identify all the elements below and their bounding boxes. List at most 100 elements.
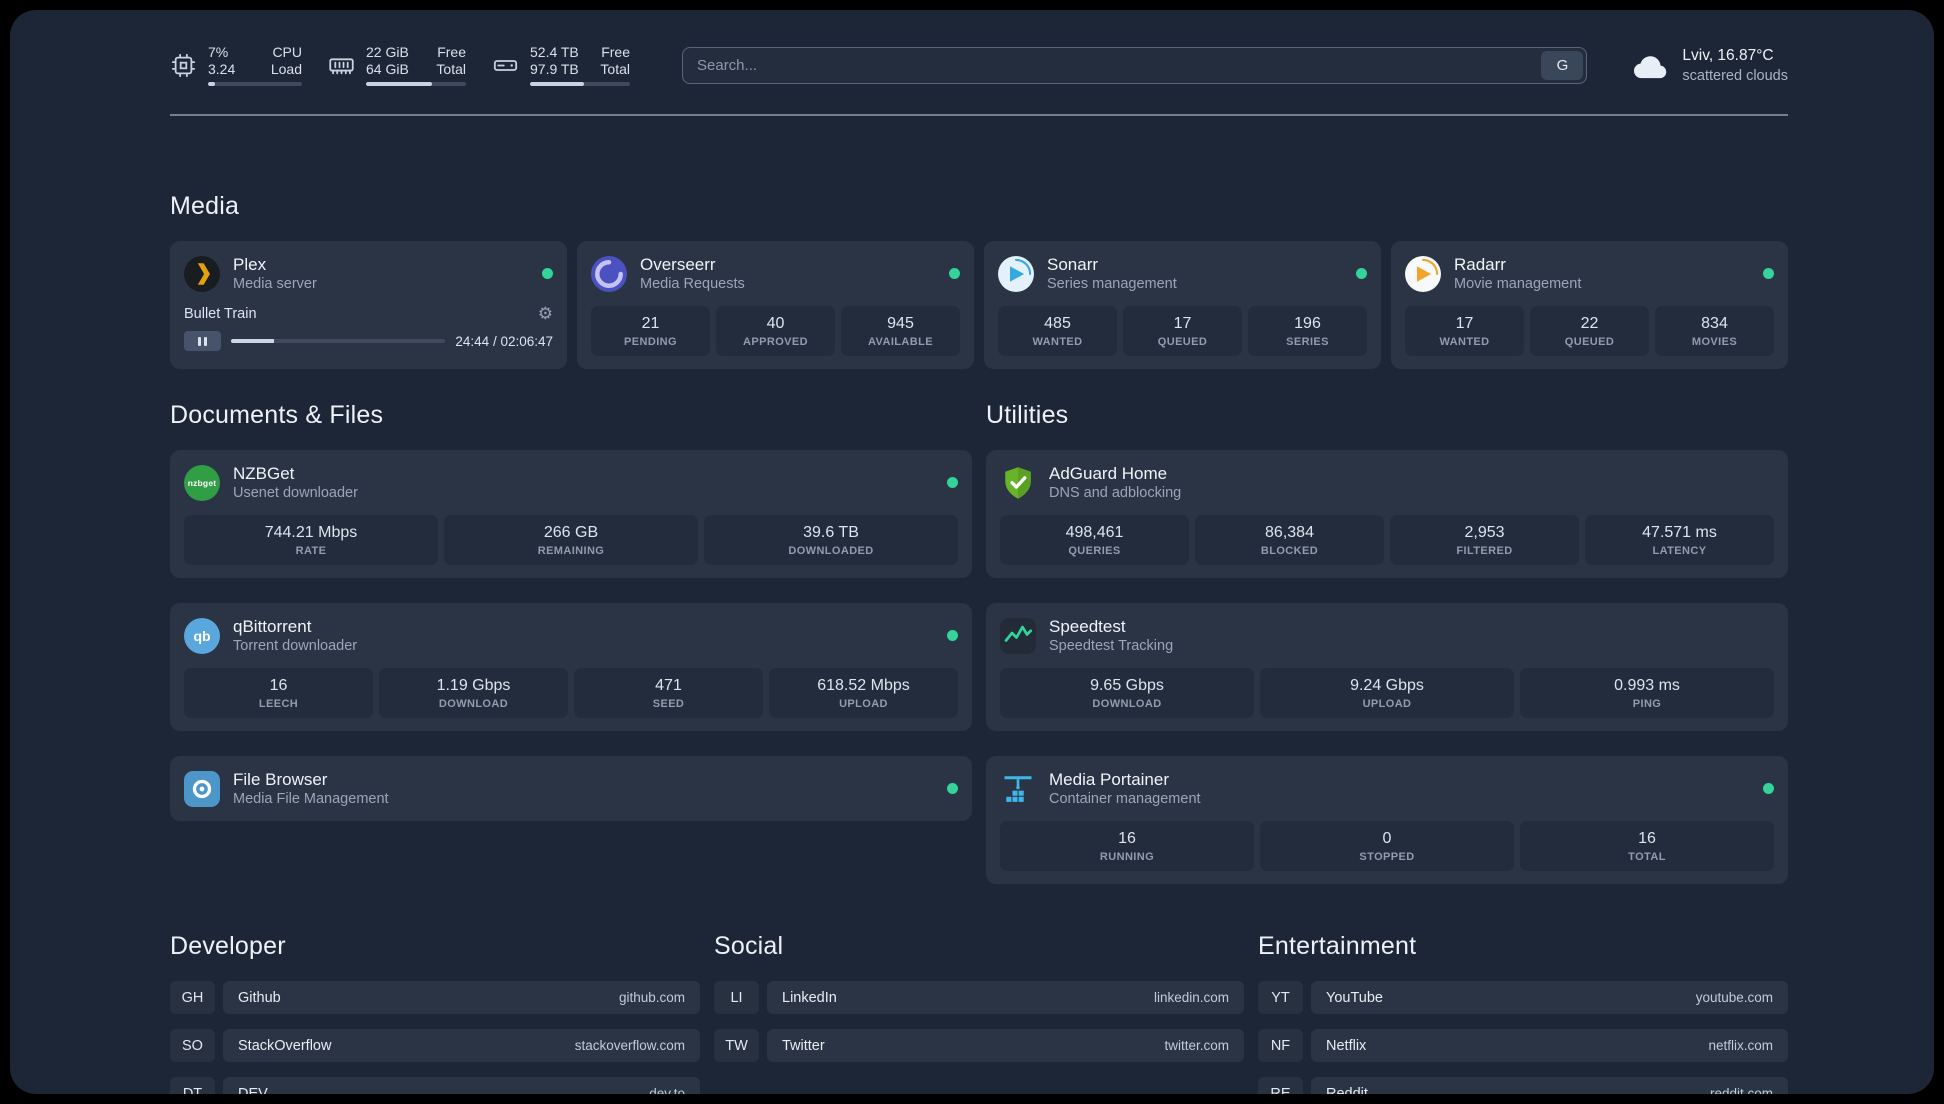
cpu-progress-fill: [208, 82, 215, 86]
gear-icon[interactable]: ⚙: [538, 305, 553, 322]
disk-progress-track: [530, 82, 630, 86]
service-card-portainer[interactable]: Media Portainer Container management 16 R…: [986, 756, 1788, 884]
memory-progress-track: [366, 82, 466, 86]
service-name: Plex: [233, 255, 267, 274]
service-name: NZBGet: [233, 464, 295, 483]
stat-box: 618.52 Mbps UPLOAD: [769, 668, 958, 718]
service-card-filebrowser[interactable]: File Browser Media File Management: [170, 756, 972, 821]
bookmark-abbr: SO: [170, 1029, 215, 1062]
bookmarks-section: Developer GH Github github.com SO StackOv…: [170, 932, 1788, 1094]
disk-total: 97.9 TB: [530, 61, 579, 77]
bookmark-url: github.com: [618, 990, 685, 1005]
search-provider-button[interactable]: G: [1541, 50, 1584, 80]
memory-widget: 22 GiB Free 64 GiB Total: [328, 44, 466, 86]
stat-value: 744.21 Mbps: [264, 524, 358, 541]
nzbget-icon: nzbget: [184, 464, 220, 501]
memory-total: 64 GiB: [366, 61, 409, 77]
service-card-adguard[interactable]: AdGuard Home DNS and adblocking 498,461 Q…: [986, 450, 1788, 578]
service-desc: Series management: [1047, 276, 1177, 292]
stat-box: 17 QUEUED: [1123, 306, 1242, 356]
bookmark-stackoverflow[interactable]: SO StackOverflow stackoverflow.com: [170, 1029, 700, 1062]
stat-box: 834 MOVIES: [1655, 306, 1774, 356]
bookmark-twitter[interactable]: TW Twitter twitter.com: [714, 1029, 1244, 1062]
cloud-icon: [1631, 50, 1669, 80]
plex-now-playing: Bullet Train ⚙ 24:44 / 02:06:47: [184, 305, 553, 351]
plex-icon: [184, 255, 220, 292]
service-name: Radarr: [1454, 255, 1506, 274]
bookmark-abbr: RE: [1258, 1077, 1303, 1094]
section-title-developer: Developer: [170, 932, 286, 960]
bookmark-url: twitter.com: [1164, 1038, 1229, 1053]
service-card-speedtest[interactable]: Speedtest Speedtest Tracking 9.65 Gbps DO…: [986, 603, 1788, 731]
stat-label: LEECH: [258, 698, 299, 710]
filebrowser-icon: [184, 770, 220, 807]
service-desc: Torrent downloader: [233, 638, 358, 654]
stat-value: 16: [269, 677, 288, 694]
stat-label: WANTED: [1439, 336, 1490, 348]
section-title-documents: Documents & Files: [170, 401, 384, 429]
stat-box: 9.24 Gbps UPLOAD: [1260, 668, 1514, 718]
disk-progress-fill: [530, 82, 584, 86]
bookmark-abbr: DT: [170, 1077, 215, 1094]
bookmark-github[interactable]: GH Github github.com: [170, 981, 700, 1014]
service-card-overseerr[interactable]: Overseerr Media Requests 21 PENDING 40 APP…: [577, 241, 974, 369]
adguard-icon: [1000, 465, 1036, 501]
service-card-nzbget[interactable]: nzbget NZBGet Usenet downloader 744.21 M…: [170, 450, 972, 578]
bookmark-name: YouTube: [1326, 989, 1383, 1006]
service-card-plex[interactable]: Plex Media server Bullet Train ⚙ 24:44 /…: [170, 241, 567, 369]
stat-label: WANTED: [1032, 336, 1083, 348]
bookmark-url: netflix.com: [1708, 1038, 1773, 1053]
stat-label: QUERIES: [1068, 545, 1121, 557]
stat-box: 39.6 TB DOWNLOADED: [704, 515, 958, 565]
cpu-usage: 7%: [208, 44, 229, 60]
bookmark-youtube[interactable]: YT YouTube youtube.com: [1258, 981, 1788, 1014]
stat-box: 744.21 Mbps RATE: [184, 515, 438, 565]
bookmark-netflix[interactable]: NF Netflix netflix.com: [1258, 1029, 1788, 1062]
bookmark-url: stackoverflow.com: [574, 1038, 685, 1053]
dashboard-panel: 7% CPU 3.24 Load 22 GiB Free 64 GiB Total: [10, 10, 1934, 1094]
stat-box: 471 SEED: [574, 668, 763, 718]
stat-box: 22 QUEUED: [1530, 306, 1649, 356]
bookmark-name: Netflix: [1326, 1037, 1367, 1054]
stat-box: 16 TOTAL: [1520, 821, 1774, 871]
weather-condition: scattered clouds: [1682, 67, 1788, 84]
stat-value: 945: [887, 315, 914, 332]
stat-value: 266 GB: [543, 524, 599, 541]
stat-box: 0 STOPPED: [1260, 821, 1514, 871]
section-title-social: Social: [714, 932, 784, 960]
service-desc: Media server: [233, 276, 317, 292]
memory-free-label: Free: [437, 44, 466, 60]
stat-box: 196 SERIES: [1248, 306, 1367, 356]
service-desc: DNS and adblocking: [1049, 485, 1182, 501]
stat-box: 945 AVAILABLE: [841, 306, 960, 356]
bookmark-name: DEV: [238, 1085, 268, 1095]
service-card-radarr[interactable]: Radarr Movie management 17 WANTED 22 QUEUE…: [1391, 241, 1788, 369]
playback-progress-track[interactable]: [231, 339, 446, 343]
section-title-media: Media: [170, 192, 240, 220]
portainer-icon: [1000, 771, 1036, 807]
status-dot: [1763, 783, 1774, 794]
service-card-qbittorrent[interactable]: qb qBittorrent Torrent downloader 16 LEEC…: [170, 603, 972, 731]
stat-box: 2,953 FILTERED: [1390, 515, 1579, 565]
weather-widget[interactable]: Lviv, 16.87°C scattered clouds: [1631, 46, 1788, 85]
pause-button[interactable]: [184, 331, 221, 351]
stat-label: PENDING: [624, 336, 677, 348]
bookmark-reddit[interactable]: RE Reddit reddit.com: [1258, 1077, 1788, 1094]
memory-free: 22 GiB: [366, 44, 409, 60]
status-dot: [542, 268, 553, 279]
service-name: qBittorrent: [233, 617, 312, 636]
stat-value: 16: [1118, 830, 1136, 847]
service-card-sonarr[interactable]: Sonarr Series management 485 WANTED 17 QUE…: [984, 241, 1381, 369]
lower-columns: Documents & Files nzbget NZBGet Usenet d…: [170, 401, 1788, 884]
bookmark-name: Github: [238, 989, 281, 1006]
search-input[interactable]: [683, 56, 1539, 74]
status-dot: [1356, 268, 1367, 279]
bookmark-dev[interactable]: DT DEV dev.to: [170, 1077, 700, 1094]
service-name: Sonarr: [1047, 255, 1099, 274]
memory-total-label: Total: [436, 61, 466, 77]
service-desc: Movie management: [1454, 276, 1582, 292]
bookmark-linkedin[interactable]: LI LinkedIn linkedin.com: [714, 981, 1244, 1014]
stat-box: 16 RUNNING: [1000, 821, 1254, 871]
stat-value: 21: [641, 315, 660, 332]
speedtest-icon: [1000, 617, 1036, 654]
